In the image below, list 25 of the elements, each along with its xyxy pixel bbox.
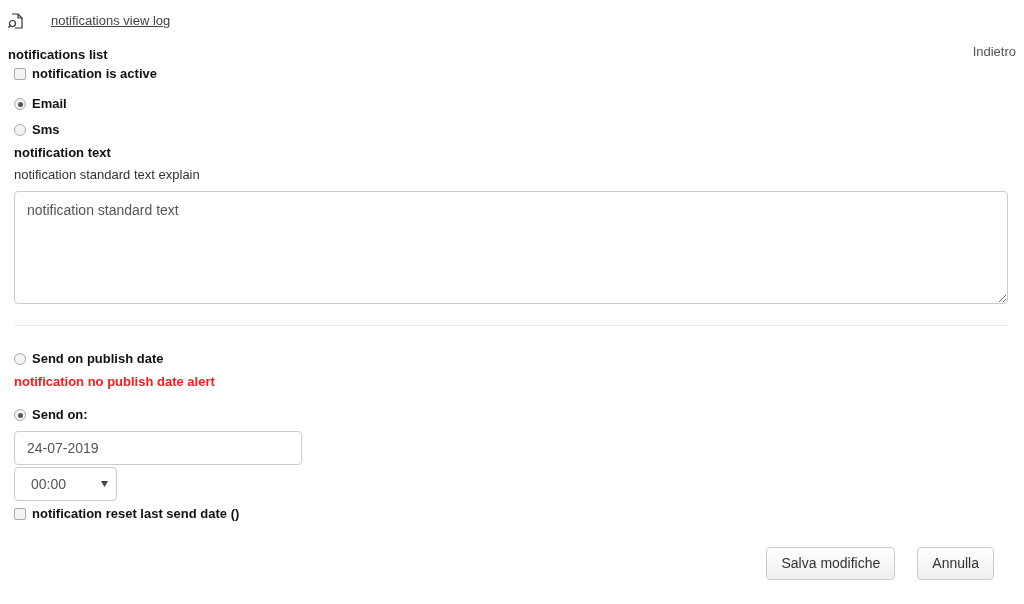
text-area[interactable]: notification standard text xyxy=(14,191,1008,304)
checkbox[interactable] xyxy=(14,508,26,520)
option-label: notification is active xyxy=(32,65,157,84)
option-label: Email xyxy=(32,95,67,114)
date-field[interactable]: 24-07-2019 xyxy=(14,431,302,465)
file-search-icon xyxy=(8,13,24,29)
section-title: notifications list xyxy=(8,46,108,63)
radio-button[interactable] xyxy=(14,124,26,136)
option-label: notification reset last send date () xyxy=(32,505,240,524)
action-button[interactable]: Salva modifiche xyxy=(766,547,896,580)
radio-button[interactable] xyxy=(14,353,26,365)
help-text: notification standard text explain xyxy=(14,166,200,183)
option-label: Send on: xyxy=(32,406,88,425)
field-label: notification text xyxy=(14,144,111,161)
alert-text: notification no publish date alert xyxy=(14,373,215,390)
option-label: Send on publish date xyxy=(32,350,164,369)
action-button[interactable]: Annulla xyxy=(917,547,994,580)
back-link[interactable]: Indietro xyxy=(972,42,1016,62)
checkbox[interactable] xyxy=(14,68,26,80)
caret-icon xyxy=(101,481,108,487)
radio-button[interactable] xyxy=(14,409,26,421)
view-log-link[interactable]: notifications view log xyxy=(51,11,171,31)
option-label: Sms xyxy=(32,121,60,140)
radio-button[interactable] xyxy=(14,98,26,110)
time-dropdown[interactable]: 00:00 xyxy=(14,467,117,501)
